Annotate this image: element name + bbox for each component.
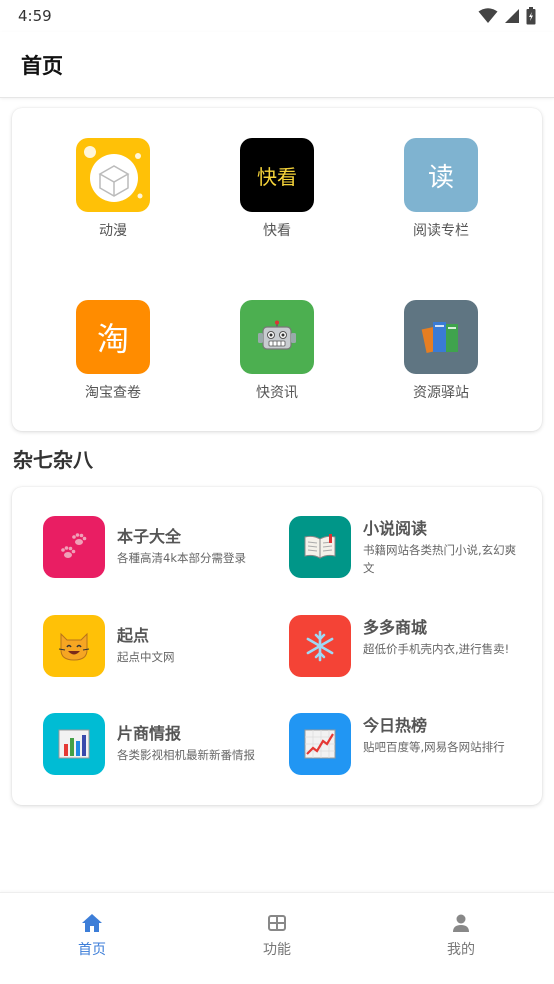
list-title: 片商情报 <box>117 724 182 743</box>
grid-label: 资源驿站 <box>413 385 469 401</box>
signal-icon <box>505 9 519 23</box>
tao-char-text: 淘 <box>96 320 129 358</box>
books-icon <box>404 300 478 374</box>
bottom-nav: 首页 功能 我的 <box>0 892 554 984</box>
grid-label: 阅读专栏 <box>413 223 469 239</box>
status-time: 4:59 <box>18 7 52 25</box>
open-book-icon <box>289 516 351 578</box>
anime-box-icon <box>76 138 150 212</box>
nav-label: 功能 <box>263 942 291 958</box>
battery-icon <box>526 7 536 25</box>
misc-list-card: 本子大全 各種高清4k本部分需登录 小说阅读 书籍网站各类热门小说,玄幻爽文 起… <box>12 487 542 805</box>
list-title: 多多商城 <box>363 618 428 637</box>
home-icon <box>82 914 102 932</box>
list-desc: 各类影视相机最新新番情报 <box>117 748 255 762</box>
section-title: 杂七杂八 <box>13 448 93 472</box>
list-text: 小说阅读 书籍网站各类热门小说,玄幻爽文 <box>363 518 521 577</box>
list-text: 本子大全 各種高清4k本部分需登录 <box>117 526 275 567</box>
grid-icon <box>268 915 286 931</box>
list-item-hotlist[interactable]: 今日热榜 贴吧百度等,网易各网站排行 <box>289 713 529 777</box>
list-item-duoduo[interactable]: 多多商城 超低价手机壳内衣,进行售卖! <box>289 615 529 679</box>
list-desc: 书籍网站各类热门小说,玄幻爽文 <box>363 543 517 575</box>
app-bar: 首页 <box>0 32 554 98</box>
grid-item-taobao[interactable]: 淘 淘宝查卷 <box>53 300 173 402</box>
list-item-benzi[interactable]: 本子大全 各種高清4k本部分需登录 <box>43 516 283 580</box>
list-desc: 贴吧百度等,网易各网站排行 <box>363 740 505 754</box>
person-icon <box>453 914 469 932</box>
trend-chart-icon <box>289 713 351 775</box>
feature-grid-card: 动漫 快看 快看 读 阅读专栏 淘 淘宝查卷 快资讯 资源驿站 <box>12 108 542 431</box>
list-title: 小说阅读 <box>363 519 428 538</box>
page-title: 首页 <box>21 53 63 78</box>
list-desc: 各種高清4k本部分需登录 <box>117 551 246 565</box>
list-text: 片商情报 各类影视相机最新新番情报 <box>117 723 275 764</box>
list-text: 今日热榜 贴吧百度等,网易各网站排行 <box>363 715 521 756</box>
list-desc: 起点中文网 <box>117 650 175 664</box>
list-desc: 超低价手机壳内衣,进行售卖! <box>363 642 510 656</box>
kuaikan-logo-icon: 快看 <box>240 138 314 212</box>
list-item-pianshang[interactable]: 片商情报 各类影视相机最新新番情报 <box>43 713 283 777</box>
robot-icon <box>240 300 314 374</box>
wifi-icon <box>478 8 498 23</box>
nav-tab-features[interactable]: 功能 <box>237 913 317 959</box>
list-text: 起点 起点中文网 <box>117 625 275 666</box>
cat-face-icon <box>43 615 105 677</box>
grid-item-anime[interactable]: 动漫 <box>53 138 173 240</box>
grid-item-reading[interactable]: 读 阅读专栏 <box>381 138 501 240</box>
list-title: 今日热榜 <box>363 716 428 735</box>
status-bar: 4:59 <box>0 0 554 32</box>
grid-label: 动漫 <box>99 223 127 239</box>
snowflake-icon <box>289 615 351 677</box>
read-char-text: 读 <box>427 162 454 193</box>
nav-tab-home[interactable]: 首页 <box>52 913 132 959</box>
list-title: 本子大全 <box>117 527 182 546</box>
read-char-icon: 读 <box>404 138 478 212</box>
kuaikan-logo-text: 快看 <box>257 164 297 189</box>
nav-tab-profile[interactable]: 我的 <box>421 913 501 959</box>
grid-item-resources[interactable]: 资源驿站 <box>381 300 501 402</box>
list-item-novel[interactable]: 小说阅读 书籍网站各类热门小说,玄幻爽文 <box>289 516 529 580</box>
tao-char-icon: 淘 <box>76 300 150 374</box>
list-item-qidian[interactable]: 起点 起点中文网 <box>43 615 283 679</box>
list-text: 多多商城 超低价手机壳内衣,进行售卖! <box>363 617 521 658</box>
grid-item-news[interactable]: 快资讯 <box>217 300 337 402</box>
grid-label: 快资讯 <box>256 385 298 401</box>
status-icons <box>478 7 536 25</box>
grid-label: 淘宝查卷 <box>85 385 141 401</box>
nav-label: 首页 <box>78 942 106 958</box>
list-title: 起点 <box>117 626 150 645</box>
grid-item-kuaikan[interactable]: 快看 快看 <box>217 138 337 240</box>
bar-chart-icon <box>43 713 105 775</box>
nav-label: 我的 <box>447 942 475 958</box>
grid-label: 快看 <box>263 223 291 239</box>
paws-icon <box>43 516 105 578</box>
